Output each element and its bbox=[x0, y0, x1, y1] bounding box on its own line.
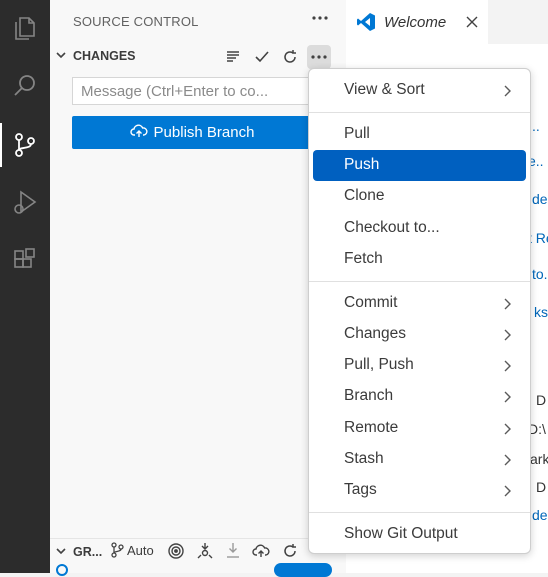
menu-item-branch[interactable]: Branch bbox=[313, 381, 526, 412]
auto-filter[interactable]: Auto bbox=[110, 542, 154, 558]
menu-item-stash[interactable]: Stash bbox=[313, 444, 526, 475]
source-control-icon[interactable] bbox=[5, 125, 45, 165]
chevron-down-icon bbox=[54, 544, 68, 563]
auto-label: Auto bbox=[127, 542, 154, 558]
walkthrough-link[interactable]: .. bbox=[532, 118, 540, 134]
view-as-tree-icon[interactable] bbox=[221, 45, 245, 69]
walkthrough-link[interactable]: ks bbox=[534, 304, 548, 320]
chevron-right-icon bbox=[502, 297, 512, 316]
chevron-right-icon bbox=[502, 390, 512, 409]
menu-item-tags[interactable]: Tags bbox=[313, 475, 526, 506]
commit-check-icon[interactable] bbox=[250, 45, 274, 69]
branch-badge bbox=[274, 563, 332, 577]
section-label: CHANGES bbox=[73, 49, 136, 63]
start-link[interactable]: to.. bbox=[532, 266, 548, 282]
chevron-right-icon bbox=[502, 359, 512, 378]
publish-label: Publish Branch bbox=[153, 124, 255, 141]
menu-item-pull-push[interactable]: Pull, Push bbox=[313, 350, 526, 381]
chevron-right-icon bbox=[502, 422, 512, 441]
menu-item-remote[interactable]: Remote bbox=[313, 413, 526, 444]
menu-item-fetch[interactable]: Fetch bbox=[313, 244, 526, 275]
menu-item-clone[interactable]: Clone bbox=[313, 181, 526, 212]
menu-item-changes[interactable]: Changes bbox=[313, 319, 526, 350]
publish-branch-button[interactable]: Publish Branch bbox=[72, 116, 312, 149]
explorer-icon[interactable] bbox=[5, 8, 45, 48]
fetch-icon[interactable] bbox=[194, 540, 216, 562]
graph-label: GR... bbox=[73, 545, 103, 559]
changes-section-header[interactable]: CHANGES bbox=[50, 44, 346, 70]
search-icon[interactable] bbox=[5, 66, 45, 106]
recent-item[interactable]: D bbox=[536, 479, 546, 495]
menu-item-show-git-output[interactable]: Show Git Output bbox=[313, 519, 526, 550]
menu-item-pull[interactable]: Pull bbox=[313, 119, 526, 150]
menu-item-push[interactable]: Push bbox=[313, 150, 526, 181]
commit-node-icon bbox=[56, 564, 68, 576]
more-actions-icon[interactable] bbox=[307, 45, 331, 69]
recent-item[interactable]: D bbox=[536, 392, 546, 408]
refresh-icon[interactable] bbox=[279, 540, 301, 562]
chevron-right-icon bbox=[502, 453, 512, 472]
menu-item-view-sort[interactable]: View & Sort bbox=[313, 75, 526, 106]
chevron-down-icon bbox=[54, 48, 68, 67]
source-control-panel: SOURCE CONTROL CHANGES Message (Ctrl+Ent… bbox=[50, 0, 346, 577]
tab-bar: Welcome bbox=[346, 0, 548, 44]
chevron-right-icon bbox=[502, 484, 512, 503]
panel-title: SOURCE CONTROL bbox=[73, 14, 199, 29]
more-actions-icon[interactable] bbox=[308, 6, 332, 30]
menu-separator bbox=[309, 512, 530, 513]
graph-section-header[interactable]: GR... Auto bbox=[50, 538, 346, 565]
activity-bar bbox=[0, 0, 50, 573]
source-control-more-menu: View & Sort Pull Push Clone Checkout to.… bbox=[308, 68, 531, 554]
menu-item-checkout[interactable]: Checkout to... bbox=[313, 213, 526, 244]
close-icon[interactable] bbox=[462, 12, 482, 32]
start-link[interactable]: t Re bbox=[528, 230, 548, 246]
recent-item[interactable]: ark bbox=[530, 451, 548, 467]
active-indicator bbox=[0, 123, 2, 167]
chevron-right-icon bbox=[502, 84, 512, 103]
cloud-upload-icon[interactable] bbox=[250, 540, 272, 562]
extensions-icon[interactable] bbox=[5, 240, 45, 280]
run-debug-icon[interactable] bbox=[5, 182, 45, 222]
refresh-icon[interactable] bbox=[278, 45, 302, 69]
menu-item-commit[interactable]: Commit bbox=[313, 288, 526, 319]
commit-message-input[interactable]: Message (Ctrl+Enter to co... bbox=[72, 77, 312, 105]
tab-welcome[interactable]: Welcome bbox=[346, 0, 488, 44]
menu-separator bbox=[309, 112, 530, 113]
tab-label: Welcome bbox=[384, 14, 447, 31]
target-icon[interactable] bbox=[165, 540, 187, 562]
pull-icon[interactable] bbox=[222, 540, 244, 562]
cloud-upload-icon bbox=[129, 124, 148, 142]
chevron-right-icon bbox=[502, 328, 512, 347]
vscode-logo-icon bbox=[356, 12, 376, 37]
start-link[interactable]: de bbox=[532, 191, 548, 207]
menu-separator bbox=[309, 281, 530, 282]
recent-link[interactable]: de bbox=[532, 507, 548, 523]
